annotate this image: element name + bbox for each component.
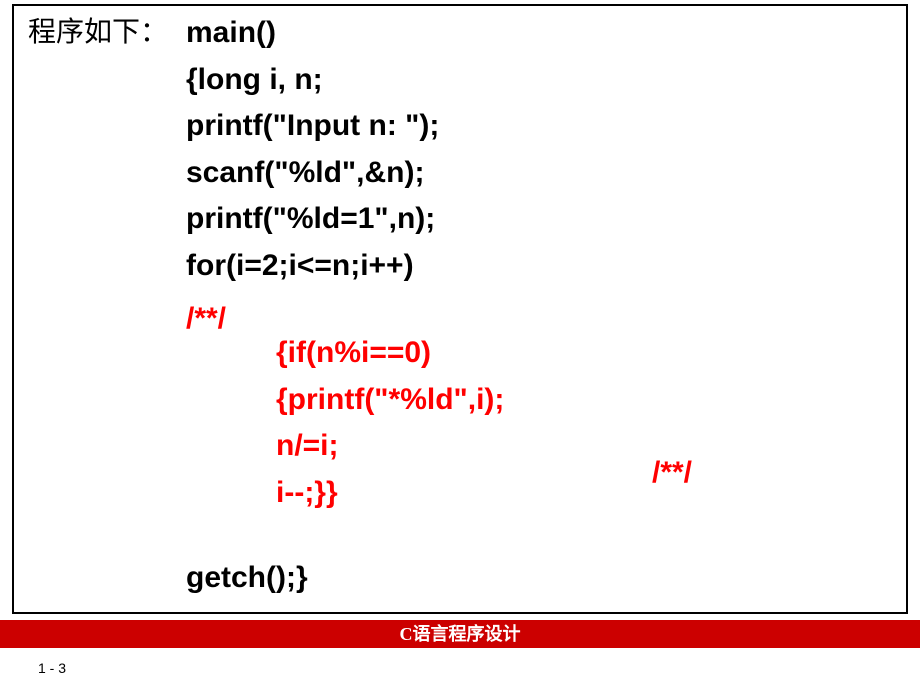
- code-line-4: scanf("%ld",&n);: [186, 150, 439, 197]
- page-number: 1 - 3: [38, 660, 66, 676]
- comment-marker-close: /**/: [652, 456, 692, 490]
- red-line-3: n/=i;: [276, 423, 504, 470]
- red-line-4: i--;}}: [276, 470, 504, 517]
- code-line-6: for(i=2;i<=n;i++): [186, 243, 439, 290]
- code-block-red: {if(n%i==0) {printf("*%ld",i); n/=i; i--…: [276, 330, 504, 516]
- slide-box: 程序如下： main() {long i, n; printf("Input n…: [12, 4, 908, 614]
- code-line-last: getch();}: [186, 561, 308, 595]
- footer-bar: C语言程序设计: [0, 620, 920, 648]
- intro-label: 程序如下：: [28, 10, 168, 50]
- code-line-1: main(): [186, 10, 439, 57]
- red-line-2: {printf("*%ld",i);: [276, 377, 504, 424]
- code-line-2: {long i, n;: [186, 57, 439, 104]
- red-line-1: {if(n%i==0): [276, 330, 504, 377]
- comment-marker-open: /**/: [186, 302, 226, 336]
- code-line-5: printf("%ld=1",n);: [186, 196, 439, 243]
- code-block-main: main() {long i, n; printf("Input n: "); …: [186, 10, 439, 289]
- code-line-3: printf("Input n: ");: [186, 103, 439, 150]
